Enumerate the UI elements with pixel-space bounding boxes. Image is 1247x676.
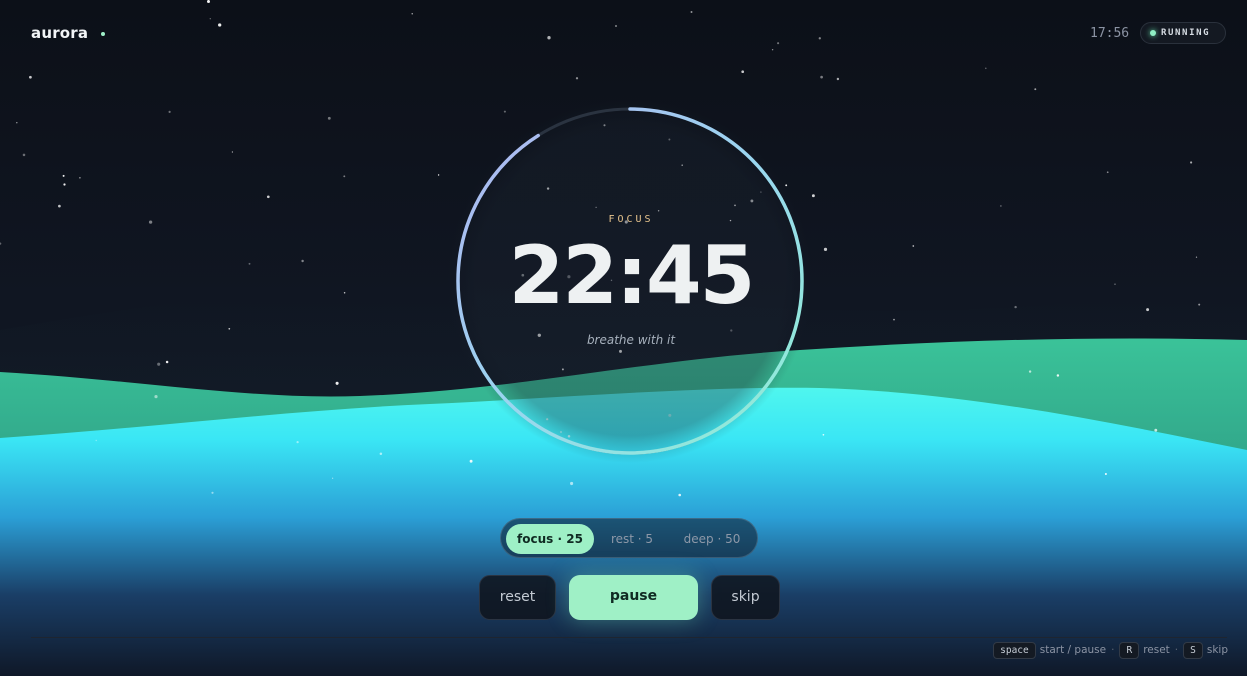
star [157,362,161,366]
app-window: aurora 17:56 RUNNING FOCUS 22:45 breathe… [0,0,1247,676]
star [218,23,222,27]
star [912,245,915,247]
status-label: RUNNING [1161,28,1211,38]
star [62,174,65,177]
star [893,318,895,321]
footer-divider [31,637,1227,638]
shortcut-key-s: S [1183,641,1203,659]
star [1114,283,1116,285]
star [469,459,473,463]
star [16,121,18,124]
star [327,116,331,120]
reset-button[interactable]: reset [479,575,556,620]
star [1198,303,1201,306]
star [547,36,551,40]
star [231,151,234,153]
star [206,0,211,4]
star [1106,171,1109,174]
star [678,493,681,497]
shortcut-action-start-pause: start / pause [1039,644,1107,656]
star [79,176,81,179]
star [1014,305,1017,309]
timer-display: 22:45 [508,229,756,322]
keyboard-shortcuts: space start / pause · R reset · S skip [993,640,1228,660]
status-dot-icon [1150,30,1156,36]
star [771,49,774,51]
star [0,242,2,245]
star [741,70,745,74]
star [168,110,171,113]
star [343,291,346,294]
shortcut-separator: · [1174,644,1179,656]
star [811,194,815,198]
star [165,360,169,364]
star [148,220,153,224]
preset-selector: focus · 25 rest · 5 deep · 50 [500,518,758,558]
star [1056,374,1060,377]
star [785,184,788,187]
shortcut-separator: · [1111,644,1115,656]
shortcut-key-space: space [993,641,1036,659]
star [777,42,780,45]
star [211,491,214,494]
star [1190,161,1193,164]
star [820,75,823,79]
timer-tagline: breathe with it [586,333,676,347]
preset-rest[interactable]: rest · 5 [597,524,667,554]
star [1146,308,1150,312]
star [570,481,574,486]
star [575,77,579,80]
timer-mode-label: FOCUS [608,214,654,225]
star [296,440,299,444]
star [1028,370,1032,373]
star [822,433,825,436]
star [22,153,26,157]
star [209,18,211,20]
star [58,204,61,208]
star [1104,472,1107,476]
preset-focus[interactable]: focus · 25 [506,524,594,554]
star [301,259,304,263]
app-logo[interactable]: aurora [31,24,88,42]
star [411,13,413,15]
pause-button[interactable]: pause [569,575,698,620]
star [690,11,693,13]
star [1154,428,1158,432]
star [266,195,270,199]
star [1195,256,1198,258]
current-time: 17:56 [1090,26,1130,41]
shortcut-action-skip: skip [1206,644,1228,656]
status-badge: RUNNING [1140,22,1226,44]
star [818,37,821,40]
preset-deep[interactable]: deep · 50 [671,524,753,554]
star [154,395,158,399]
star [1034,88,1037,91]
star [228,327,231,330]
shortcut-action-reset: reset [1143,644,1170,656]
star [836,77,840,81]
star [335,381,339,385]
star [63,183,66,186]
brand-dot-icon [101,32,105,36]
star [331,477,334,479]
star [615,25,617,27]
star [29,75,32,79]
star [1000,205,1002,207]
star [248,262,251,265]
star [437,174,440,176]
skip-button[interactable]: skip [711,575,780,620]
star [343,175,346,178]
star [379,452,383,456]
star [985,67,987,70]
star [503,110,506,113]
star [95,439,97,442]
shortcut-key-r: R [1119,641,1140,659]
